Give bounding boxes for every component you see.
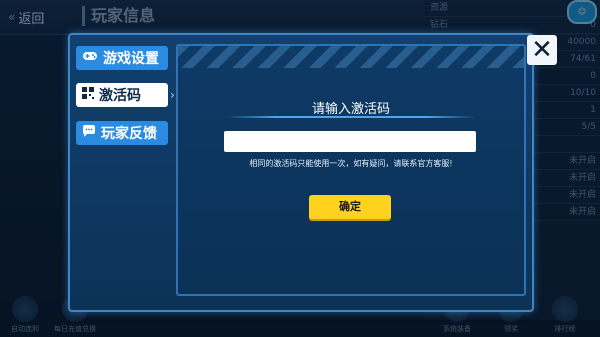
tab-label: 玩家反馈 bbox=[101, 126, 157, 142]
tab-activation-code[interactable]: 激活码 bbox=[76, 83, 168, 107]
activation-heading: 请输入激活码 bbox=[311, 102, 390, 117]
chevron-right-icon: › bbox=[170, 88, 175, 102]
chat-bubble-icon bbox=[82, 125, 96, 141]
close-button[interactable]: ✕ bbox=[527, 35, 557, 65]
tab-player-feedback[interactable]: 玩家反馈 bbox=[76, 121, 168, 145]
tab-label: 激活码 bbox=[99, 88, 141, 104]
usage-hint: 相同的激活码只能使用一次，如有疑问，请联系官方客服! bbox=[249, 159, 453, 168]
activation-code-panel: 请输入激活码 相同的激活码只能使用一次，如有疑问，请联系官方客服! 确定 bbox=[176, 44, 526, 296]
qr-code-icon bbox=[82, 87, 94, 103]
heading-divider bbox=[226, 116, 476, 118]
activation-code-input[interactable] bbox=[224, 131, 476, 152]
tab-label: 游戏设置 bbox=[103, 51, 159, 67]
decorative-stripes bbox=[178, 46, 524, 68]
confirm-button[interactable]: 确定 bbox=[309, 195, 391, 219]
gamepad-icon bbox=[82, 50, 98, 66]
tab-game-settings[interactable]: 游戏设置 bbox=[76, 46, 168, 70]
